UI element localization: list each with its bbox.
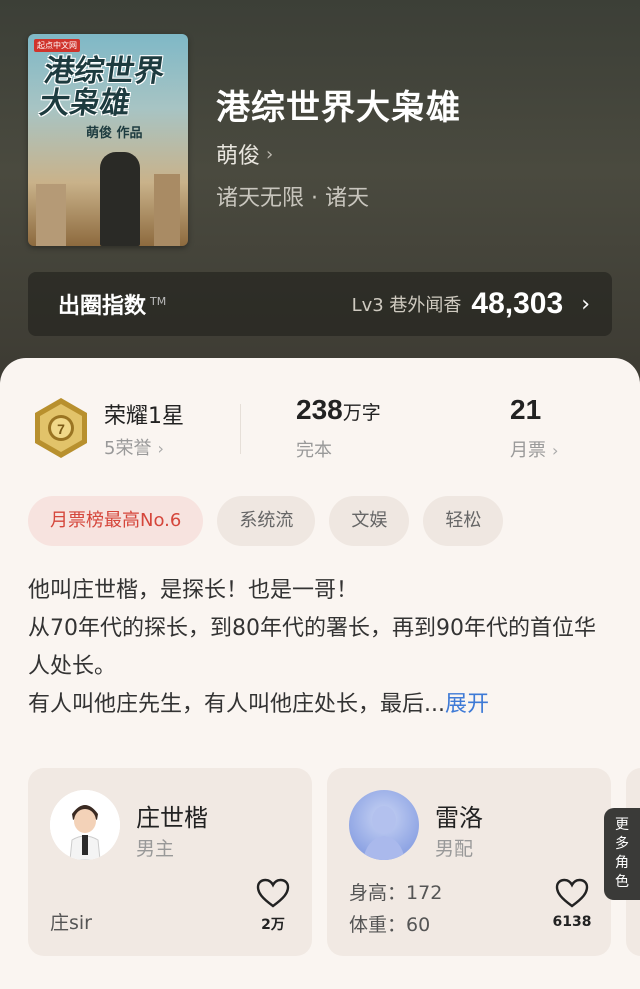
chevron-right-icon: › xyxy=(266,143,274,165)
svg-text:7: 7 xyxy=(57,421,65,437)
character-name: 雷洛 xyxy=(435,804,483,832)
index-value: 48,303 xyxy=(471,287,564,320)
index-level: Lv3 巷外闻香 xyxy=(351,295,462,316)
honor-link[interactable]: 5荣誉 › xyxy=(104,434,164,460)
cover-logo: 起点中文网 xyxy=(34,39,80,52)
chevron-right-icon: › xyxy=(581,291,590,317)
stats-divider xyxy=(240,404,241,454)
author-name: 萌俊 xyxy=(216,144,261,169)
book-cover[interactable]: 起点中文网 港综世界 大枭雄 萌俊 作品 xyxy=(28,34,188,246)
cover-author: 萌俊 作品 xyxy=(86,126,143,141)
synopsis-line: 从70年代的探长，到80年代的署长，再到90年代的首位华人处长。 xyxy=(28,616,596,679)
tag-list: 月票榜最高No.6 系统流 文娱 轻松 xyxy=(28,496,504,546)
like-count: 6138 xyxy=(552,914,592,930)
tag-item[interactable]: 文娱 xyxy=(329,496,410,546)
book-genre: 诸天无限 · 诸天 xyxy=(216,186,369,211)
stats-row: 7 荣耀1星 5荣誉 › 238万字 完本 21 月票 › xyxy=(0,394,640,474)
book-title: 港综世界大枭雄 xyxy=(216,88,461,128)
synopsis-line: 他叫庄世楷，是探长！也是一哥！ xyxy=(28,578,359,603)
heart-icon[interactable] xyxy=(555,878,589,908)
expand-link[interactable]: 展开 xyxy=(445,692,489,717)
book-detail-sheet: 7 荣耀1星 5荣誉 › 238万字 完本 21 月票 › 月票榜最高No.6 系统… xyxy=(0,358,640,989)
tag-ranking[interactable]: 月票榜最高No.6 xyxy=(28,496,204,546)
character-list: 庄世楷 男主 庄sir 2万 雷洛 男配 身高：172 体重：60 6138 xyxy=(28,768,640,958)
character-card[interactable]: 雷洛 男配 身高：172 体重：60 6138 xyxy=(327,768,611,956)
monthly-ticket-link[interactable]: 月票 › xyxy=(510,436,558,462)
completion-status: 完本 xyxy=(296,440,332,461)
book-header: 起点中文网 港综世界 大枭雄 萌俊 作品 港综世界大枭雄 萌俊 › 诸天无限 ·… xyxy=(0,0,640,380)
word-count: 238万字 xyxy=(296,394,381,425)
chevron-right-icon: › xyxy=(552,441,559,460)
like-count: 2万 xyxy=(261,917,285,933)
character-avatar xyxy=(349,790,419,860)
index-label: 出圈指数 TM xyxy=(58,294,167,319)
tag-item[interactable]: 轻松 xyxy=(423,496,504,546)
character-card[interactable]: 庄世楷 男主 庄sir 2万 xyxy=(28,768,312,956)
synopsis-line: 有人叫他庄先生，有人叫他庄处长，最后...展开 xyxy=(28,692,489,717)
character-weight: 体重：60 xyxy=(349,914,431,936)
tag-item[interactable]: 系统流 xyxy=(217,496,316,546)
character-avatar xyxy=(50,790,120,860)
honor-badge-icon[interactable]: 7 xyxy=(32,396,90,460)
character-role: 男配 xyxy=(435,838,474,860)
honor-title: 荣耀1星 xyxy=(104,404,184,429)
character-height: 身高：172 xyxy=(349,882,443,904)
cover-building xyxy=(36,184,66,246)
author-link[interactable]: 萌俊 › xyxy=(216,138,273,170)
monthly-ticket-count: 21 xyxy=(510,394,542,425)
chevron-right-icon: › xyxy=(157,439,164,458)
cover-figure xyxy=(100,152,140,246)
heart-icon[interactable] xyxy=(256,878,290,908)
character-nickname: 庄sir xyxy=(50,912,92,934)
popularity-index-bar[interactable]: 出圈指数 TM Lv3 巷外闻香 48,303 › xyxy=(28,272,612,336)
cover-building xyxy=(154,174,180,246)
book-synopsis[interactable]: 他叫庄世楷，是探长！也是一哥！ 从70年代的探长，到80年代的署长，再到90年代… xyxy=(28,572,612,724)
cover-title: 港综世界 大枭雄 xyxy=(37,54,167,121)
character-name: 庄世楷 xyxy=(136,804,208,832)
character-role: 男主 xyxy=(136,838,175,860)
more-characters-button[interactable]: 更多角色 xyxy=(604,808,640,900)
